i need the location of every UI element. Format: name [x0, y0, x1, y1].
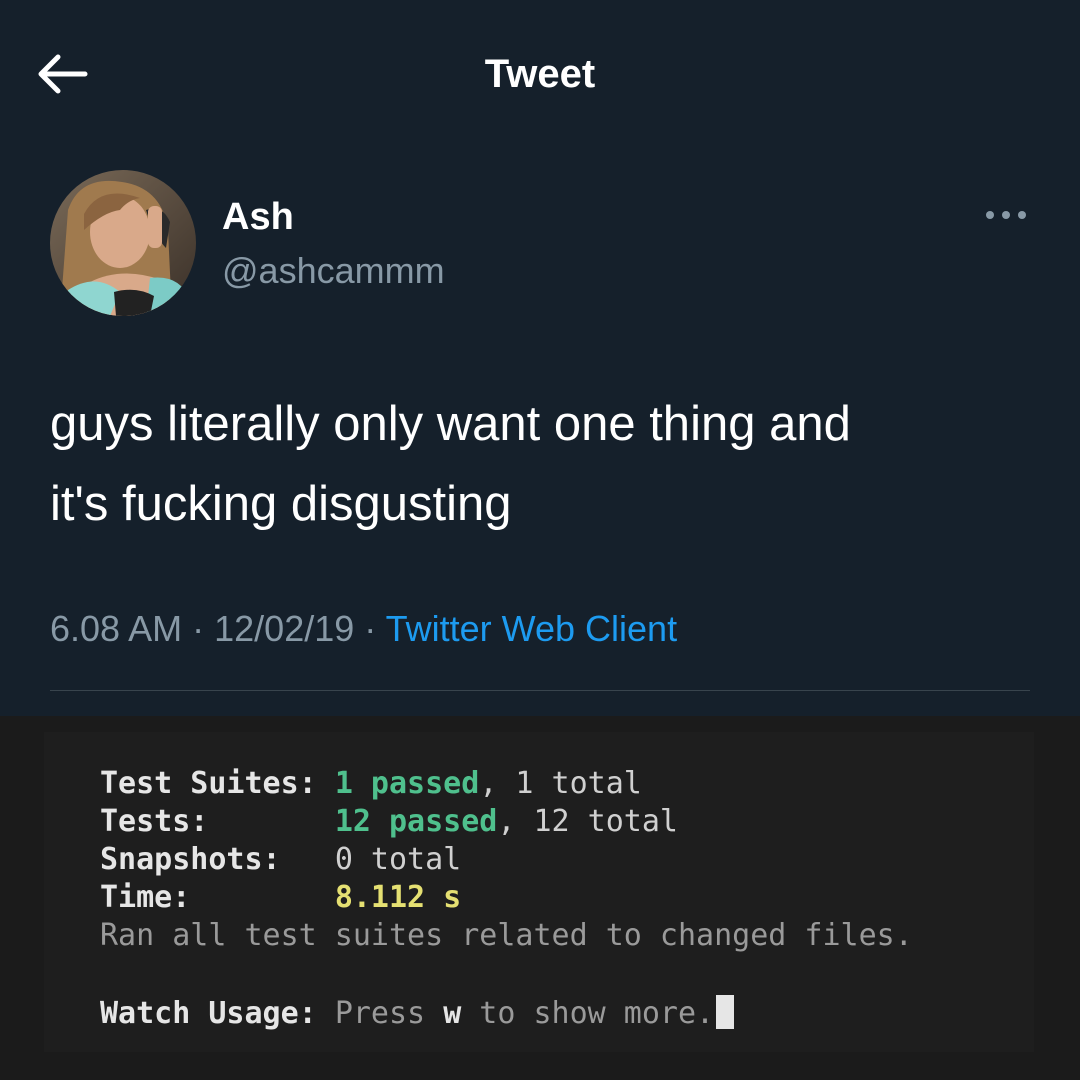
- tweet-meta: 6.08 AM · 12/02/19 · Twitter Web Client: [50, 608, 1040, 650]
- tweet-text: guys literally only want one thing and i…: [50, 384, 1040, 544]
- meta-separator: ·: [192, 608, 205, 649]
- watch-usage-label: Watch Usage:: [100, 996, 317, 1031]
- ran-tests-line: Ran all test suites related to changed f…: [100, 918, 913, 953]
- author-name[interactable]: Ash: [222, 196, 294, 239]
- tweet-text-line: it's fucking disgusting: [50, 477, 512, 531]
- test-suites-total: , 1 total: [479, 766, 642, 801]
- snapshots-line: Snapshots: 0 total: [100, 840, 461, 880]
- time-label: Time:: [100, 880, 191, 915]
- avatar[interactable]: [50, 170, 196, 316]
- snapshots-label: Snapshots:: [100, 842, 281, 877]
- tweet-time: 6.08 AM: [50, 608, 183, 649]
- tests-passed: 12 passed: [334, 804, 498, 839]
- page-title: Tweet: [484, 52, 596, 96]
- more-horizontal-icon: [986, 211, 1026, 219]
- tweet-date: 12/02/19: [214, 608, 355, 649]
- meta-separator: ·: [364, 608, 377, 649]
- time-value: 8.112 s: [334, 880, 462, 915]
- snapshots-value: 0 total: [334, 842, 462, 877]
- test-suites-passed: 1 passed: [334, 766, 480, 801]
- test-suites-line: Test Suites: 1 passed, 1 total: [100, 764, 642, 804]
- terminal-cursor: [716, 995, 735, 1029]
- tests-line: Tests: 12 passed, 12 total: [100, 802, 678, 842]
- time-line: Time: 8.112 s: [100, 878, 461, 918]
- test-suites-label: Test Suites:: [100, 766, 317, 801]
- watch-usage-line: Watch Usage: Press w to show more.: [100, 994, 735, 1034]
- more-button[interactable]: [976, 200, 1036, 230]
- tests-total: , 12 total: [497, 804, 678, 839]
- tests-label: Tests:: [100, 804, 209, 839]
- watch-usage-key: w: [443, 996, 462, 1031]
- tweet-panel: Tweet Ash @ashcammm guys literally only …: [0, 0, 1080, 716]
- watch-usage-pre: Press: [334, 996, 444, 1031]
- tweet-text-line: guys literally only want one thing and: [50, 397, 851, 451]
- avatar-photo: [50, 170, 196, 316]
- divider: [50, 690, 1030, 691]
- author-handle[interactable]: @ashcammm: [222, 250, 445, 292]
- client-link[interactable]: Twitter Web Client: [386, 608, 677, 649]
- tweet-author: Ash @ashcammm: [50, 170, 1040, 320]
- watch-usage-post: to show more.: [461, 996, 715, 1031]
- top-bar: Tweet: [0, 30, 1080, 116]
- terminal-output: Test Suites: 1 passed, 1 total Tests: 12…: [44, 732, 1034, 1052]
